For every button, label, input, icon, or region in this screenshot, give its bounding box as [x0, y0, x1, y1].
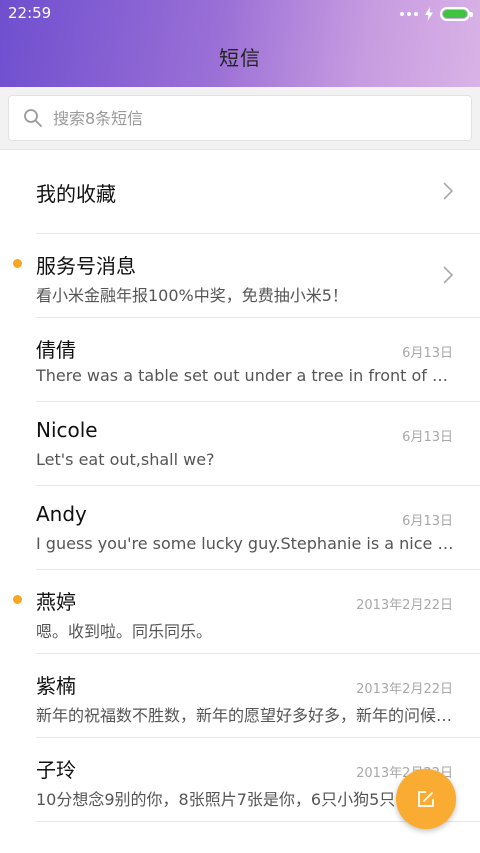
search-icon	[24, 109, 42, 127]
conversation-date: 6月13日	[402, 346, 453, 361]
conversation-preview: 10分想念9别的你，8张照片7张是你，6只小狗5只像你	[36, 790, 428, 809]
conversation-row[interactable]: 燕婷 2013年2月22日 嗯。收到啦。同乐同乐。	[0, 570, 480, 654]
conversation-name: Nicole	[36, 418, 98, 442]
conversation-preview: There was a table set out under a tree i…	[36, 366, 454, 385]
charging-icon	[425, 7, 433, 21]
conversation-preview: 嗯。收到啦。同乐同乐。	[36, 622, 213, 641]
conversation-name: 子玲	[36, 758, 76, 782]
conversation-row[interactable]: 倩倩 6月13日 There was a table set out under…	[0, 318, 480, 402]
status-bar: 22:59	[0, 0, 480, 28]
conversation-name: 倩倩	[36, 338, 76, 362]
search-box[interactable]	[8, 95, 472, 141]
search-input[interactable]	[53, 96, 453, 140]
conversation-name: 服务号消息	[36, 254, 136, 278]
page-title: 短信	[219, 46, 261, 70]
conversation-date: 6月13日	[402, 430, 453, 445]
conversation-row[interactable]: 服务号消息 看小米金融年报100%中奖，免费抽小米5！	[0, 234, 480, 318]
conversation-preview: I guess you're some lucky guy.Stephanie …	[36, 534, 454, 553]
conversation-name: 紫楠	[36, 674, 76, 698]
compose-button[interactable]	[396, 769, 456, 829]
status-icons	[400, 6, 473, 22]
conversation-row[interactable]: Andy 6月13日 I guess you're some lucky guy…	[0, 486, 480, 570]
compose-icon	[418, 791, 434, 807]
search-area	[0, 87, 480, 150]
conversation-date: 2013年2月22日	[356, 598, 453, 613]
chevron-right-icon	[443, 266, 454, 284]
conversation-date: 6月13日	[402, 514, 453, 529]
conversation-name: 燕婷	[36, 590, 76, 614]
unread-dot	[13, 595, 22, 604]
favorites-row[interactable]: 我的收藏	[0, 150, 480, 234]
conversation-preview: Let's eat out,shall we?	[36, 450, 215, 469]
chevron-right-icon	[443, 182, 454, 200]
conversation-preview: 新年的祝福数不胜数，新年的愿望好多好多，新年的问候送给你	[36, 706, 454, 725]
battery-icon	[440, 7, 473, 21]
header: 22:59 短信	[0, 0, 480, 87]
favorites-label: 我的收藏	[36, 182, 116, 206]
conversation-row[interactable]: 紫楠 2013年2月22日 新年的祝福数不胜数，新年的愿望好多好多，新年的问候送…	[0, 654, 480, 738]
unread-dot	[13, 259, 22, 268]
conversation-row[interactable]: Nicole 6月13日 Let's eat out,shall we?	[0, 402, 480, 486]
conversation-name: Andy	[36, 502, 87, 526]
conversation-list: 我的收藏 服务号消息 看小米金融年报100%中奖，免费抽小米5！ 倩倩 6月13…	[0, 150, 480, 822]
signal-icon	[400, 12, 418, 16]
conversation-preview: 看小米金融年报100%中奖，免费抽小米5！	[36, 286, 348, 305]
status-time: 22:59	[8, 4, 52, 22]
conversation-date: 2013年2月22日	[356, 682, 453, 697]
